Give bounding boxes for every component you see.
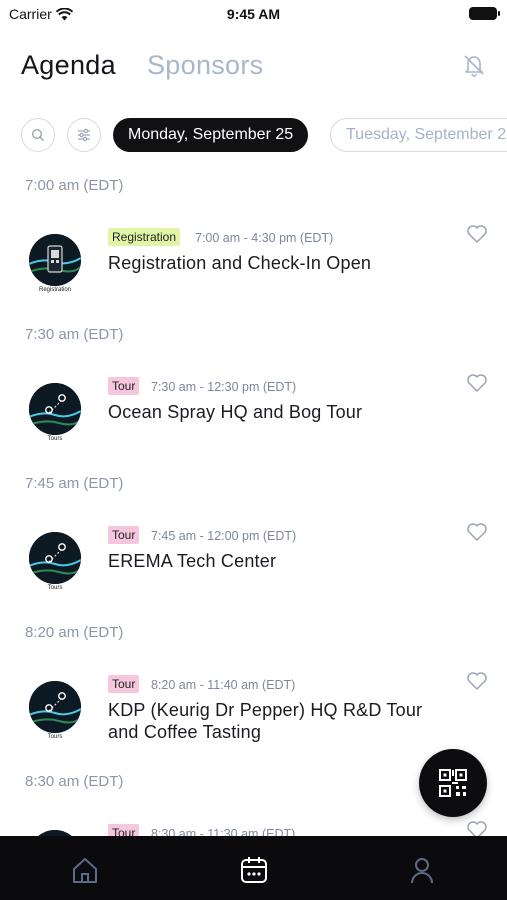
time-header: 8:20 am (EDT) — [25, 624, 124, 641]
time-header: 8:30 am (EDT) — [25, 773, 124, 790]
favorite-heart-icon[interactable] — [466, 671, 488, 691]
session-tag: Tour — [108, 824, 140, 836]
date-pill-selected[interactable]: Monday, September 25 — [113, 118, 309, 152]
status-bar: Carrier 9:45 AM — [0, 0, 507, 28]
session-item[interactable]: Tours Tour 7:45 am - 12:00 pm (EDT) EREM… — [0, 523, 507, 601]
session-avatar — [29, 234, 81, 286]
tab-agenda[interactable]: Agenda — [21, 50, 116, 81]
search-icon — [31, 128, 44, 141]
session-time: 7:30 am - 12:30 pm (EDT) — [151, 380, 297, 394]
qr-code-icon — [439, 769, 467, 797]
bottom-nav-bar — [0, 836, 507, 900]
status-time: 9:45 AM — [226, 6, 281, 22]
profile-icon — [411, 858, 433, 884]
session-tag: Tour — [108, 377, 140, 395]
session-item[interactable]: Tours Tour 8:20 am - 11:40 am (EDT) KDP … — [0, 672, 507, 765]
date-filter-bar: Monday, September 25 Tuesday, September … — [0, 117, 507, 153]
session-tag: Tour — [108, 675, 140, 693]
session-tag: Tour — [108, 526, 140, 544]
session-time: 8:20 am - 11:40 am (EDT) — [151, 678, 296, 692]
nav-home-button[interactable] — [69, 854, 101, 886]
agenda-list: 7:00 am (EDT) Registration Registration … — [0, 160, 507, 836]
session-avatar — [29, 681, 81, 733]
avatar-caption: Registration — [38, 287, 71, 293]
session-title: KDP (Keurig Dr Pepper) HQ R&D Tour and C… — [108, 700, 423, 742]
favorite-heart-icon[interactable] — [466, 373, 488, 393]
session-tag: Registration — [108, 228, 181, 246]
session-time: 7:00 am - 4:30 pm (EDT) — [195, 231, 334, 245]
bell-off-icon — [464, 55, 484, 77]
date-pill[interactable]: Tuesday, September 26 — [330, 118, 507, 152]
map-pins-icon — [29, 681, 81, 733]
search-button[interactable] — [21, 118, 55, 152]
session-title: Registration and Check-In Open — [108, 253, 372, 273]
session-title: Ocean Spray HQ and Bog Tour — [108, 402, 363, 422]
home-icon — [73, 858, 97, 883]
header: Agenda Sponsors — [0, 48, 507, 88]
avatar-caption: Tours — [47, 585, 63, 591]
calendar-icon — [241, 857, 267, 883]
session-avatar — [29, 383, 81, 435]
nav-profile-button[interactable] — [406, 854, 438, 886]
sliders-icon — [78, 128, 90, 142]
avatar-caption: Tours — [47, 436, 63, 442]
filter-button[interactable] — [67, 118, 101, 152]
tab-sponsors[interactable]: Sponsors — [147, 50, 263, 81]
time-header: 7:45 am (EDT) — [25, 475, 124, 492]
session-item[interactable]: Tours Tour 7:30 am - 12:30 pm (EDT) Ocea… — [0, 374, 507, 452]
time-header: 7:00 am (EDT) — [25, 177, 124, 194]
avatar-caption: Tours — [47, 734, 63, 740]
session-item[interactable]: Tour 8:30 am - 11:30 am (EDT) — [0, 821, 507, 836]
favorite-heart-icon[interactable] — [466, 224, 488, 244]
map-pins-icon — [29, 383, 81, 435]
session-time: 7:45 am - 12:00 pm (EDT) — [151, 529, 297, 543]
map-pins-icon — [29, 532, 81, 584]
session-avatar — [29, 532, 81, 584]
session-title: EREMA Tech Center — [108, 551, 277, 571]
time-header: 7:30 am (EDT) — [25, 326, 124, 343]
notification-toggle-button[interactable] — [459, 50, 489, 80]
qr-phone-icon — [29, 234, 81, 286]
qr-scan-button[interactable] — [419, 749, 487, 817]
battery-icon — [469, 7, 500, 20]
session-item[interactable]: Registration Registration 7:00 am - 4:30… — [0, 225, 507, 303]
nav-agenda-button[interactable] — [238, 854, 270, 886]
favorite-heart-icon[interactable] — [466, 820, 488, 836]
favorite-heart-icon[interactable] — [466, 522, 488, 542]
session-time: 8:30 am - 11:30 am (EDT) — [151, 827, 296, 836]
